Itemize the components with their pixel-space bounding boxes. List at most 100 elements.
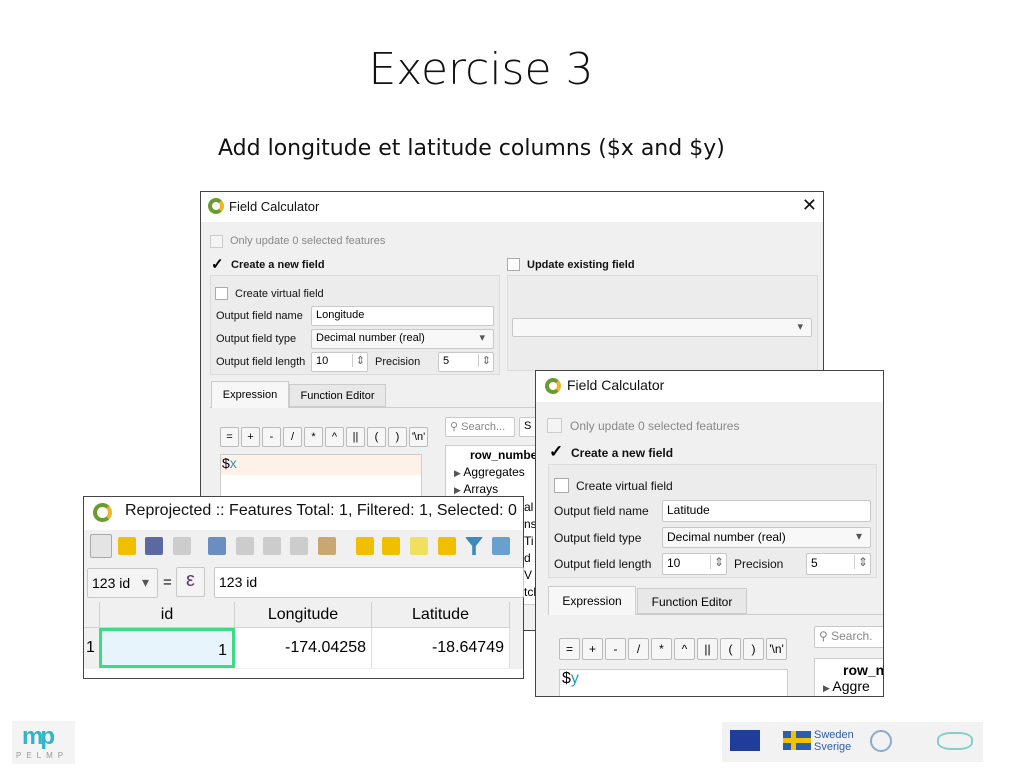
- operator-button[interactable]: +: [582, 638, 603, 660]
- qgis-icon: [545, 378, 561, 394]
- tab-function-editor[interactable]: Function Editor: [637, 588, 747, 614]
- copy-icon[interactable]: [290, 537, 308, 555]
- operator-button[interactable]: -: [605, 638, 626, 660]
- precision-label: Precision: [375, 356, 421, 368]
- output-field-type-select[interactable]: Decimal number (real): [311, 329, 494, 349]
- operator-button[interactable]: ): [743, 638, 764, 660]
- existing-field-combo[interactable]: [512, 318, 812, 337]
- function-group[interactable]: Arrays: [463, 482, 498, 496]
- cut-icon[interactable]: [263, 537, 281, 555]
- output-field-type-select[interactable]: Decimal number (real): [662, 527, 871, 548]
- operator-button[interactable]: *: [304, 427, 323, 447]
- only-update-label: Only update 0 selected features: [570, 419, 740, 433]
- only-update-checkbox[interactable]: [547, 418, 562, 433]
- title-bar: Field Calculator: [536, 371, 883, 402]
- operator-button[interactable]: ^: [674, 638, 695, 660]
- filter-field-combo[interactable]: 123 id: [87, 568, 158, 598]
- save-edits-icon[interactable]: [145, 537, 163, 555]
- qgis-icon: [93, 503, 112, 522]
- operator-button[interactable]: +: [241, 427, 260, 447]
- operator-button[interactable]: *: [651, 638, 672, 660]
- operator-button[interactable]: (: [720, 638, 741, 660]
- virtual-field-label: Create virtual field: [235, 288, 324, 300]
- operator-button[interactable]: /: [628, 638, 649, 660]
- operator-button[interactable]: '\n': [409, 427, 428, 447]
- length-label: Output field length: [216, 356, 306, 368]
- output-field-name-input[interactable]: Latitude: [662, 500, 871, 522]
- delete-icon[interactable]: [236, 537, 254, 555]
- sweden-flag-logo: [783, 731, 811, 750]
- operator-button[interactable]: =: [559, 638, 580, 660]
- function-group[interactable]: Aggregates: [463, 465, 524, 479]
- search-placeholder: Search.: [831, 629, 873, 643]
- invert-selection-icon[interactable]: [410, 537, 428, 555]
- operator-buttons: = + - / * ^ ||() '\n': [220, 427, 428, 447]
- tab-function-editor[interactable]: Function Editor: [289, 384, 386, 407]
- operator-button[interactable]: ||: [697, 638, 718, 660]
- partner-logos: Sweden Sverige: [722, 722, 983, 762]
- function-search-input[interactable]: ⚲ Search...: [445, 417, 515, 437]
- select-all-icon[interactable]: [382, 537, 400, 555]
- function-group[interactable]: Aggre: [832, 678, 869, 694]
- create-new-field-checkbox[interactable]: ✓: [549, 443, 563, 460]
- operator-button[interactable]: /: [283, 427, 302, 447]
- table-cell-latitude[interactable]: -18.64749: [372, 628, 510, 668]
- function-search-input[interactable]: ⚲ Search.: [814, 626, 883, 648]
- equals-label: =: [163, 574, 172, 591]
- deselect-icon[interactable]: [438, 537, 456, 555]
- expression-editor[interactable]: $y: [559, 669, 788, 696]
- operator-button[interactable]: ||: [346, 427, 365, 447]
- column-header-id[interactable]: id: [100, 602, 235, 628]
- column-header-latitude[interactable]: Latitude: [372, 602, 510, 628]
- create-new-field-checkbox[interactable]: ✓: [211, 257, 224, 272]
- update-existing-label: Update existing field: [527, 259, 635, 271]
- tab-expression[interactable]: Expression: [548, 586, 636, 615]
- precision-spinner[interactable]: 5: [438, 352, 494, 372]
- paste-icon[interactable]: [318, 537, 336, 555]
- expr-variable: y: [570, 670, 579, 687]
- dialog-title: Field Calculator: [567, 377, 665, 393]
- only-update-label: Only update 0 selected features: [230, 235, 386, 247]
- operator-button[interactable]: -: [262, 427, 281, 447]
- operator-button[interactable]: '\n': [766, 638, 787, 660]
- move-selection-top-icon[interactable]: [492, 537, 510, 555]
- table-cell-longitude[interactable]: -174.04258: [235, 628, 372, 668]
- table-cell-id[interactable]: 1: [99, 628, 235, 668]
- virtual-field-checkbox[interactable]: [215, 287, 228, 300]
- column-header-longitude[interactable]: Longitude: [235, 602, 372, 628]
- tab-expression[interactable]: Expression: [211, 381, 289, 408]
- search-placeholder: Search...: [461, 421, 506, 433]
- expr-variable: x: [229, 455, 237, 471]
- close-icon[interactable]: ✕: [802, 195, 817, 216]
- operator-button[interactable]: (: [367, 427, 386, 447]
- output-field-name-input[interactable]: Longitude: [311, 306, 494, 326]
- reload-icon[interactable]: [173, 537, 191, 555]
- create-new-field-label: Create a new field: [231, 259, 325, 271]
- only-update-checkbox[interactable]: [210, 235, 223, 248]
- expression-button[interactable]: ε: [176, 567, 205, 597]
- virtual-field-checkbox[interactable]: [554, 478, 569, 493]
- eu-flag-logo: [730, 730, 760, 751]
- precision-spinner[interactable]: 5: [806, 553, 871, 575]
- edit-pencil-icon[interactable]: [90, 534, 112, 558]
- field-calculator-latitude: Field Calculator Only update 0 selected …: [535, 370, 884, 697]
- operator-button[interactable]: ): [388, 427, 407, 447]
- add-feature-icon[interactable]: [208, 537, 226, 555]
- filter-value-input[interactable]: 123 id: [214, 567, 524, 598]
- multi-edit-icon[interactable]: [118, 537, 136, 555]
- operator-button[interactable]: =: [220, 427, 239, 447]
- name-label: Output field name: [216, 310, 303, 322]
- row-number[interactable]: 1: [84, 628, 100, 668]
- operator-button[interactable]: ^: [325, 427, 344, 447]
- slide-subtitle: Add longitude et latitude columns ($x an…: [218, 136, 725, 161]
- function-item[interactable]: row_n: [823, 662, 883, 678]
- expr-dollar: $: [562, 670, 571, 687]
- field-length-spinner[interactable]: 10: [662, 553, 727, 575]
- expression-select-icon[interactable]: [356, 537, 374, 555]
- expr-dollar: $: [222, 455, 230, 471]
- update-existing-checkbox[interactable]: [507, 258, 520, 271]
- function-item[interactable]: row_numbe: [454, 448, 539, 465]
- field-length-spinner[interactable]: 10: [311, 352, 368, 372]
- function-list[interactable]: row_n ▶ Aggre: [814, 658, 883, 696]
- qgis-icon: [208, 198, 224, 214]
